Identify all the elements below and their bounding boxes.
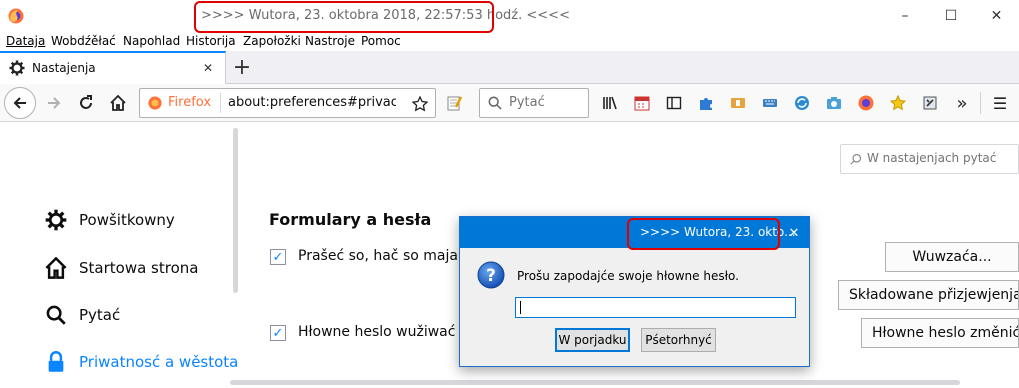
sidebar-item-home[interactable]: Startowa strona xyxy=(44,254,234,284)
firefox-extension-icon[interactable] xyxy=(856,93,876,113)
url-text: about:preferences#privac xyxy=(228,95,396,110)
saved-logins-button[interactable]: Składowane přizjewjenja... xyxy=(838,280,1019,310)
master-password-label: Hłowne heslo wužiwać xyxy=(298,324,456,340)
sidebar-item-privacy[interactable]: Priwatnosć a wěstota xyxy=(44,348,238,378)
screenshot-extension-icon[interactable] xyxy=(824,93,844,113)
new-tab-button[interactable]: + xyxy=(230,55,254,80)
menu-bar: Dataja Wobdźěłać Napohlad Historija Zapo… xyxy=(0,33,1019,51)
ok-button[interactable]: W porjadku xyxy=(555,328,630,352)
menu-file[interactable]: Dataja xyxy=(6,34,45,48)
forward-button[interactable] xyxy=(42,91,66,115)
master-password-checkbox[interactable]: ✓ xyxy=(270,325,286,341)
horizontal-scrollbar[interactable] xyxy=(230,380,960,385)
search-bar[interactable]: Pytać xyxy=(479,88,589,118)
menu-bookmarks[interactable]: Zapołožki xyxy=(243,34,301,48)
bookmark-star-icon[interactable] xyxy=(410,94,430,114)
lock-icon xyxy=(44,350,68,374)
identity-label: Firefox xyxy=(168,95,212,110)
back-button[interactable] xyxy=(4,87,36,119)
cancel-button[interactable]: Pśetorhnyć xyxy=(641,328,716,352)
menu-history[interactable]: Historija xyxy=(186,34,236,48)
sidebar-toggle-icon[interactable] xyxy=(664,93,684,113)
toolbar-separator xyxy=(980,92,981,114)
hamburger-menu-icon[interactable]: ☰ xyxy=(988,91,1012,115)
sidebar-item-label: Pytać xyxy=(79,306,121,324)
calendar-extension-icon[interactable] xyxy=(632,93,652,113)
home-button[interactable] xyxy=(106,91,130,115)
exceptions-button[interactable]: Wuwzaća... xyxy=(885,242,1019,272)
overflow-chevron-icon[interactable]: » xyxy=(950,91,974,115)
ask-save-label: Prašeć so, hač so maja pi xyxy=(298,248,476,264)
library-icon[interactable] xyxy=(600,93,620,113)
menu-view[interactable]: Napohlad xyxy=(123,34,180,48)
firefox-logo-icon xyxy=(8,8,24,24)
identity-separator xyxy=(220,93,221,113)
reload-button[interactable] xyxy=(74,91,98,115)
ask-save-checkbox[interactable]: ✓ xyxy=(270,249,286,265)
keyboard-extension-icon[interactable] xyxy=(760,93,780,113)
tab-settings[interactable]: Nastajenja ✕ xyxy=(0,51,226,84)
tab-label: Nastajenja xyxy=(32,61,96,75)
sidebar-item-search[interactable]: Pytać xyxy=(44,301,234,331)
question-icon: ? xyxy=(477,261,505,289)
search-icon xyxy=(487,95,503,111)
password-input[interactable] xyxy=(515,297,796,318)
tools-extension-icon[interactable] xyxy=(920,93,940,113)
navigation-toolbar: Firefox about:preferences#privac Pytać »… xyxy=(0,84,1019,122)
dialog-close-button[interactable]: ✕ xyxy=(782,221,806,245)
window-titlebar: >>>> Wutora, 23. oktobra 2018, 22:57:53 … xyxy=(0,0,1019,33)
notes-extension-icon[interactable] xyxy=(444,93,464,113)
sidebar-item-label: Priwatnosć a wěstota xyxy=(79,353,239,371)
section-title: Formulary a hesła xyxy=(269,210,432,229)
search-icon xyxy=(44,303,68,327)
preferences-search-field[interactable]: W nastajenjach pytać xyxy=(840,144,1019,174)
sidebar-item-label: Powšitkowny xyxy=(79,211,175,229)
home-icon xyxy=(44,256,68,280)
star-extension-icon[interactable] xyxy=(888,93,908,113)
menu-edit[interactable]: Wobdźěłać xyxy=(51,34,116,48)
close-button[interactable]: ✕ xyxy=(974,0,1019,32)
sync-extension-icon[interactable] xyxy=(792,93,812,113)
sidebar-item-label: Startowa strona xyxy=(79,259,199,277)
svg-text:?: ? xyxy=(486,266,496,286)
preferences-search-placeholder: W nastajenjach pytać xyxy=(867,151,997,165)
puzzle-extension-icon[interactable] xyxy=(696,93,716,113)
sidebar-item-general[interactable]: Powšitkowny xyxy=(44,206,234,236)
search-icon xyxy=(849,152,863,166)
text-caret xyxy=(520,301,521,314)
maximize-button[interactable]: ☐ xyxy=(928,0,974,32)
dialog-message: Prošu zapodajće swoje hłowne hesło. xyxy=(517,269,739,283)
title-highlight-box xyxy=(194,1,494,33)
change-master-password-button[interactable]: Hłowne heslo změnić... xyxy=(861,318,1019,348)
menu-tools[interactable]: Nastroje xyxy=(305,34,355,48)
zip-extension-icon[interactable] xyxy=(728,93,748,113)
search-placeholder: Pytać xyxy=(509,95,545,110)
minimize-button[interactable]: – xyxy=(882,0,928,32)
menu-help[interactable]: Pomoc xyxy=(361,34,401,48)
url-bar[interactable]: Firefox about:preferences#privac xyxy=(139,88,436,118)
dialog-title-highlight-box xyxy=(627,218,780,250)
gear-icon xyxy=(44,208,68,232)
gear-icon xyxy=(9,60,25,76)
close-tab-icon[interactable]: ✕ xyxy=(198,58,218,78)
firefox-identity-icon xyxy=(147,95,163,111)
